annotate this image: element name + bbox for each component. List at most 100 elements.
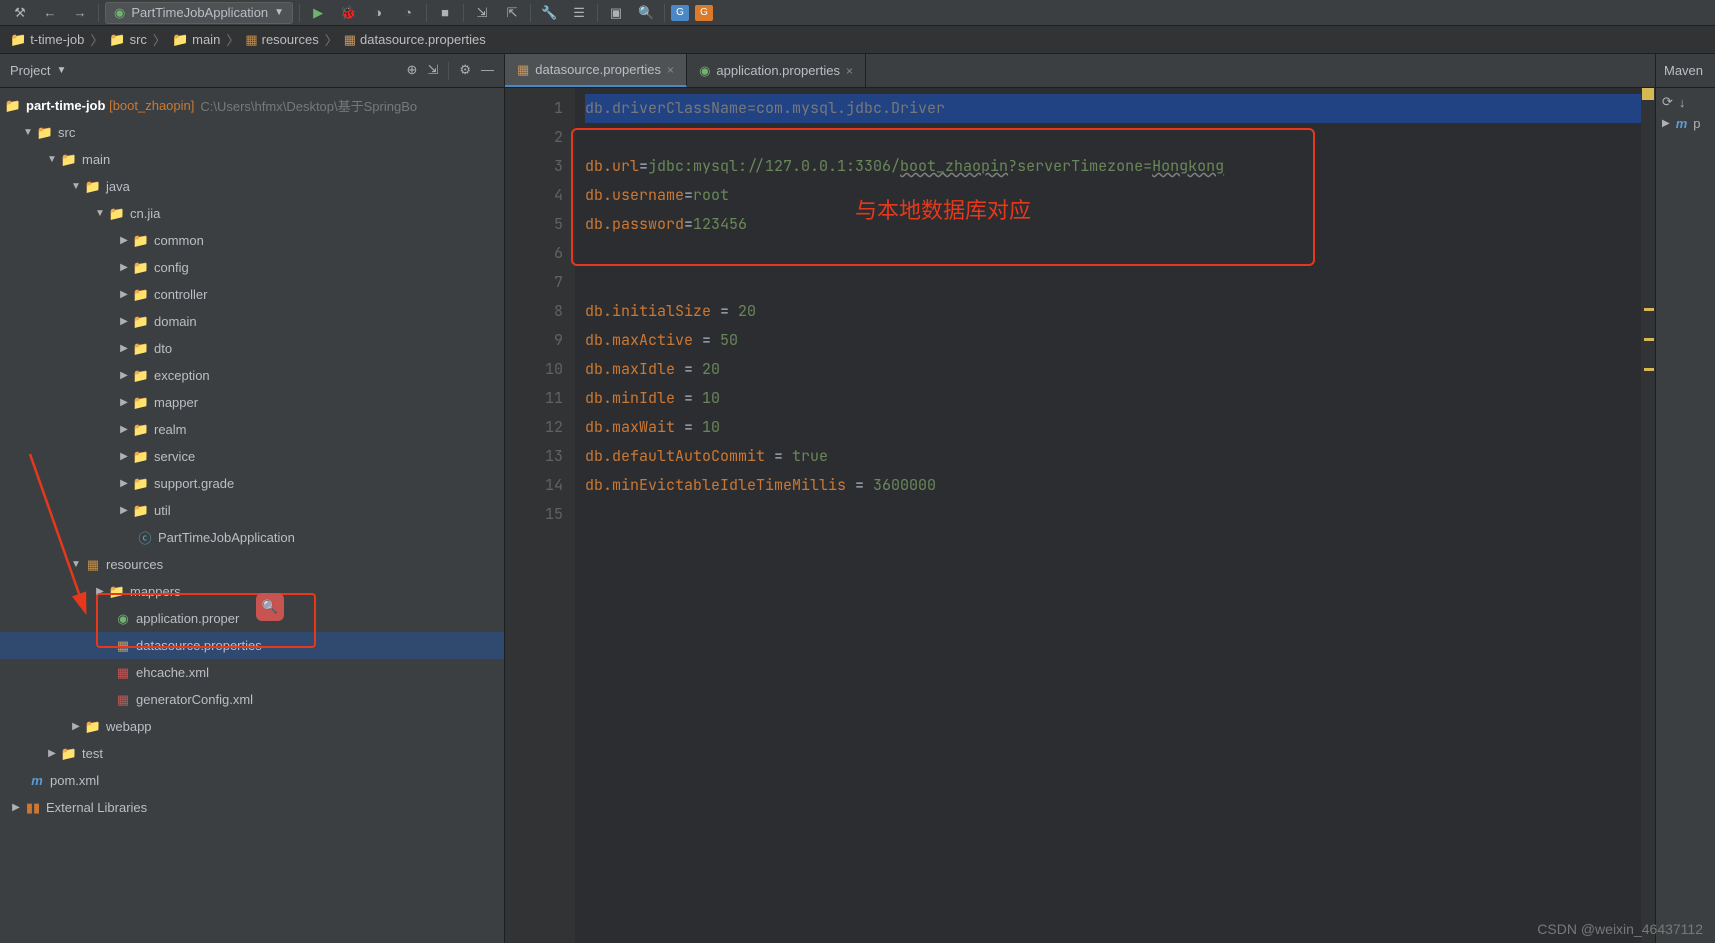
- tree-resources[interactable]: ▼▦resources: [0, 551, 504, 578]
- chevron-right-icon: ▶: [116, 316, 132, 327]
- crumb-file[interactable]: ▦datasource.properties: [340, 32, 490, 48]
- project-tree: 📁 part-time-job [boot_zhaopin] C:\Users\…: [0, 88, 504, 943]
- chevron-right-icon: ▶: [116, 478, 132, 489]
- chevron-right-icon: ▶: [116, 262, 132, 273]
- run-config-dropdown[interactable]: ◉ PartTimeJobApplication ▼: [105, 2, 293, 24]
- tree-file-application[interactable]: ◉application.proper: [0, 605, 504, 632]
- maven-project-row[interactable]: ▶mp: [1662, 116, 1709, 131]
- reload-icon: ⟳: [1662, 94, 1673, 110]
- tree-ext-libs[interactable]: ▶▮▮External Libraries: [0, 794, 504, 821]
- tree-file-generator[interactable]: ▦generatorConfig.xml: [0, 686, 504, 713]
- crumb-main[interactable]: 📁main: [168, 32, 224, 48]
- close-icon[interactable]: ×: [846, 64, 853, 78]
- crumb-project[interactable]: 📁t-time-job: [6, 32, 88, 48]
- chevron-down-icon: ▼: [20, 127, 36, 138]
- minimize-icon[interactable]: —: [481, 62, 494, 80]
- stop-icon[interactable]: ■: [433, 3, 457, 23]
- package-icon: 📁: [132, 314, 150, 330]
- tree-test[interactable]: ▶📁test: [0, 740, 504, 767]
- close-icon[interactable]: ×: [667, 63, 674, 77]
- tree-pkg[interactable]: ▶📁service: [0, 443, 504, 470]
- tab-datasource[interactable]: ▦ datasource.properties ×: [505, 54, 687, 87]
- crumb-sep-icon: 〉: [151, 30, 168, 49]
- tree-mappers[interactable]: ▶📁mappers: [0, 578, 504, 605]
- maven-reload-row[interactable]: ⟳↓: [1662, 94, 1709, 110]
- tree-app-class[interactable]: ⓒPartTimeJobApplication: [0, 524, 504, 551]
- google-translate-blue-icon[interactable]: G: [671, 5, 689, 21]
- chevron-right-icon: ▶: [68, 721, 84, 732]
- project-panel: Project ▼ ⊕ ⇲ ⚙ — 📁 part-time-job [boot_…: [0, 54, 505, 943]
- tree-java[interactable]: ▼📁java: [0, 173, 504, 200]
- vcs-update-icon[interactable]: ⇲: [470, 3, 494, 23]
- package-icon: 📁: [132, 449, 150, 465]
- editor-area: ▦ datasource.properties × ◉ application.…: [505, 54, 1715, 943]
- tree-pkg[interactable]: ▶📁util: [0, 497, 504, 524]
- run-icon[interactable]: ▶: [306, 3, 330, 23]
- chevron-right-icon: ▶: [116, 343, 132, 354]
- web-folder-icon: 📁: [84, 719, 102, 735]
- crumb-sep-icon: 〉: [224, 30, 241, 49]
- profile-icon[interactable]: ◔: [396, 3, 420, 23]
- package-icon: 📁: [132, 503, 150, 519]
- debug-icon[interactable]: 🐞: [336, 3, 360, 23]
- tree-pkg[interactable]: ▶📁controller: [0, 281, 504, 308]
- tree-pkg[interactable]: ▶📁dto: [0, 335, 504, 362]
- forward-icon[interactable]: →: [68, 3, 92, 23]
- tree-file-datasource[interactable]: ▦datasource.properties: [0, 632, 504, 659]
- maven-module-icon: m: [1676, 116, 1688, 131]
- line-number: 8: [505, 297, 563, 326]
- run-config-label: PartTimeJobApplication: [131, 5, 268, 20]
- structure-icon[interactable]: ☰: [567, 3, 591, 23]
- tree-main[interactable]: ▼📁main: [0, 146, 504, 173]
- tree-file-ehcache[interactable]: ▦ehcache.xml: [0, 659, 504, 686]
- crumb-src[interactable]: 📁src: [105, 32, 151, 48]
- tree-pkg[interactable]: ▶📁common: [0, 227, 504, 254]
- chevron-right-icon: ▶: [116, 451, 132, 462]
- folder-icon: 📁: [60, 746, 78, 762]
- chevron-right-icon: ▶: [116, 370, 132, 381]
- chevron-right-icon: ▶: [116, 289, 132, 300]
- line-number: 1: [505, 94, 563, 123]
- tree-pkg[interactable]: ▶📁support.grade: [0, 470, 504, 497]
- vcs-commit-icon[interactable]: ⇱: [500, 3, 524, 23]
- properties-file-icon: ◉: [699, 63, 710, 79]
- source-root-icon: 📁: [84, 179, 102, 195]
- editor-markers: [1641, 88, 1655, 943]
- annotation-text: 与本地数据库对应: [855, 196, 1031, 225]
- gear-icon[interactable]: ⚙: [459, 62, 471, 80]
- crumb-resources[interactable]: ▦resources: [241, 32, 322, 48]
- tab-application[interactable]: ◉ application.properties ×: [687, 54, 866, 87]
- tree-pkg[interactable]: ▶📁domain: [0, 308, 504, 335]
- wrench-icon[interactable]: 🔧: [537, 3, 561, 23]
- hammer-icon[interactable]: ⚒: [8, 3, 32, 23]
- chevron-down-icon: ▼: [92, 208, 108, 219]
- chevron-down-icon: ▼: [68, 181, 84, 192]
- chevron-down-icon: ▼: [274, 7, 284, 18]
- expand-all-icon[interactable]: ⇲: [427, 62, 438, 80]
- tree-pkg[interactable]: ▶📁mapper: [0, 389, 504, 416]
- google-translate-orange-icon[interactable]: G: [695, 5, 713, 21]
- back-icon[interactable]: ←: [38, 3, 62, 23]
- tree-pkg[interactable]: ▶📁config: [0, 254, 504, 281]
- tree-pkg-root[interactable]: ▼📁cn.jia: [0, 200, 504, 227]
- line-number: 11: [505, 384, 563, 413]
- window-icon[interactable]: ▣: [604, 3, 628, 23]
- tree-webapp[interactable]: ▶📁webapp: [0, 713, 504, 740]
- package-icon: 📁: [132, 287, 150, 303]
- crumb-sep-icon: 〉: [88, 30, 105, 49]
- tree-pkg[interactable]: ▶📁realm: [0, 416, 504, 443]
- code-content[interactable]: db.driverClassName=com.mysql.jdbc.Driver…: [575, 88, 1641, 943]
- library-icon: ▮▮: [24, 800, 42, 816]
- code-editor[interactable]: 123456789101112131415 db.driverClassName…: [505, 88, 1655, 943]
- search-everywhere-icon[interactable]: 🔍: [634, 3, 658, 23]
- line-number: 15: [505, 500, 563, 529]
- chevron-down-icon[interactable]: ▼: [56, 65, 66, 76]
- tree-root[interactable]: 📁 part-time-job [boot_zhaopin] C:\Users\…: [0, 92, 504, 119]
- chevron-right-icon: ▶: [8, 802, 24, 813]
- coverage-icon[interactable]: ◑: [366, 3, 390, 23]
- tree-pom[interactable]: mpom.xml: [0, 767, 504, 794]
- tree-src[interactable]: ▼📁src: [0, 119, 504, 146]
- locate-icon[interactable]: ⊕: [407, 62, 418, 80]
- tree-pkg[interactable]: ▶📁exception: [0, 362, 504, 389]
- chevron-down-icon: ▼: [68, 559, 84, 570]
